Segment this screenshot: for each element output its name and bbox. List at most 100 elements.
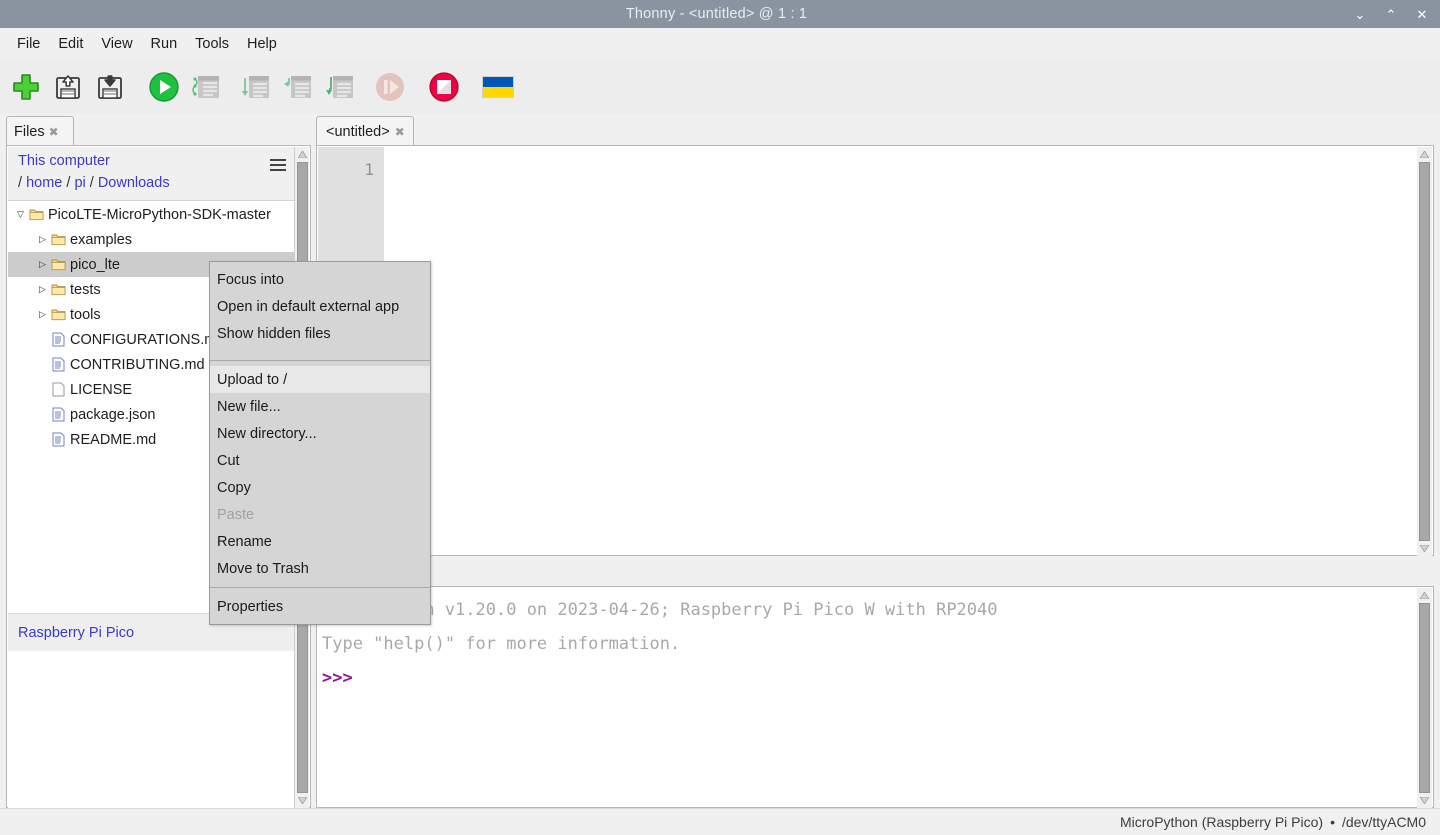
path-segment-home[interactable]: home	[26, 175, 62, 191]
context-menu-item-new-directory[interactable]: New directory...	[210, 420, 430, 447]
shell-line-banner: MicroPython v1.20.0 on 2023-04-26; Raspb…	[322, 600, 998, 620]
context-menu-separator-2	[210, 587, 430, 588]
resume-button[interactable]	[372, 69, 408, 105]
context-menu-item-move-to-trash[interactable]: Move to Trash	[210, 555, 430, 582]
editor-panel: <untitled> ✖ 1	[316, 116, 1434, 556]
context-menu-item-new-file[interactable]: New file...	[210, 393, 430, 420]
stop-button[interactable]	[426, 69, 462, 105]
path-separator-1: /	[66, 175, 71, 191]
new-file-button[interactable]	[8, 69, 44, 105]
save-file-button[interactable]	[92, 69, 128, 105]
tab-untitled[interactable]: <untitled> ✖	[316, 116, 414, 146]
title-bar: Thonny - <untitled> @ 1 : 1 ⌄ ⌃ ✕	[0, 0, 1440, 28]
minimize-icon[interactable]: ⌄	[1353, 8, 1367, 21]
close-icon[interactable]: ✕	[1415, 8, 1429, 21]
stop-icon	[429, 72, 459, 102]
chevron-down-icon[interactable]: ▽	[14, 209, 27, 220]
run-button[interactable]	[146, 69, 182, 105]
shell-panel: MicroPython v1.20.0 on 2023-04-26; Raspb…	[316, 562, 1434, 808]
close-icon[interactable]: ✖	[49, 125, 59, 139]
step-into-icon	[284, 76, 311, 98]
chevron-right-icon[interactable]: ▷	[36, 234, 49, 245]
editor-scroll-thumb[interactable]	[1419, 162, 1430, 541]
context-menu-item-show-hidden[interactable]: Show hidden files	[210, 320, 430, 347]
chevron-right-icon[interactable]: ▷	[36, 309, 49, 320]
step-into-button[interactable]	[280, 69, 316, 105]
window-title: Thonny - <untitled> @ 1 : 1	[625, 6, 808, 22]
shell-body[interactable]: MicroPython v1.20.0 on 2023-04-26; Raspb…	[316, 586, 1434, 808]
context-menu-separator-1	[210, 360, 430, 361]
open-floppy-icon	[56, 75, 80, 99]
shell-prompt[interactable]: >>>	[322, 661, 1415, 695]
tree-row-examples[interactable]: ▷ examples	[8, 227, 296, 252]
debug-button[interactable]	[188, 69, 224, 105]
tree-label: PicoLTE-MicroPython-SDK-master	[48, 206, 271, 223]
shell-scrollbar[interactable]	[1417, 588, 1432, 808]
tab-files-label: Files	[14, 123, 45, 140]
path-separator-0: /	[18, 175, 23, 191]
location-label[interactable]: This computer	[18, 153, 110, 169]
status-interpreter[interactable]: MicroPython (Raspberry Pi Pico)	[1120, 814, 1323, 830]
step-over-button[interactable]	[238, 69, 274, 105]
path-segment-downloads[interactable]: Downloads	[98, 175, 170, 191]
menu-file[interactable]: File	[8, 33, 49, 55]
menu-view[interactable]: View	[92, 33, 141, 55]
path-segment-pi[interactable]: pi	[74, 175, 85, 191]
tree-label: pico_lte	[70, 256, 120, 273]
menu-edit[interactable]: Edit	[49, 33, 92, 55]
context-menu-item-copy[interactable]: Copy	[210, 474, 430, 501]
menu-run[interactable]: Run	[142, 33, 187, 55]
hamburger-icon[interactable]	[270, 159, 286, 174]
shell-scroll-thumb[interactable]	[1419, 603, 1430, 793]
step-out-button[interactable]	[322, 69, 358, 105]
scroll-down-arrow-icon[interactable]	[1417, 793, 1432, 808]
status-bar: MicroPython (Raspberry Pi Pico) • /dev/t…	[0, 808, 1440, 835]
menu-tools[interactable]: Tools	[186, 33, 238, 55]
tree-label: examples	[70, 231, 133, 248]
tree-label: tools	[70, 306, 101, 323]
maximize-icon[interactable]: ⌃	[1384, 8, 1398, 21]
scroll-down-arrow-icon[interactable]	[1417, 541, 1432, 556]
chevron-right-icon[interactable]: ▷	[36, 284, 49, 295]
tab-files[interactable]: Files ✖	[6, 116, 74, 146]
scroll-down-arrow-icon[interactable]	[295, 793, 310, 808]
save-floppy-icon	[98, 75, 122, 99]
folder-icon	[27, 208, 45, 221]
context-menu-item-rename[interactable]: Rename	[210, 528, 430, 555]
breadcrumb: This computer / home / pi / Downloads	[8, 147, 296, 201]
line-number-1: 1	[364, 160, 374, 179]
context-menu-item-open-external[interactable]: Open in default external app	[210, 293, 430, 320]
open-file-button[interactable]	[50, 69, 86, 105]
device-label: Raspberry Pi Pico	[18, 624, 135, 641]
play-icon	[149, 72, 179, 102]
scroll-up-arrow-icon[interactable]	[1417, 147, 1432, 162]
status-port[interactable]: /dev/ttyACM0	[1342, 814, 1426, 830]
folder-icon	[49, 233, 67, 246]
editor-body[interactable]: 1	[316, 145, 1434, 556]
step-over-icon	[241, 76, 269, 98]
tree-label: CONTRIBUTING.md	[70, 356, 205, 373]
shell-output: MicroPython v1.20.0 on 2023-04-26; Raspb…	[322, 593, 1415, 695]
ukraine-flag-button[interactable]	[480, 69, 516, 105]
editor-scrollbar[interactable]	[1417, 147, 1432, 556]
thonny-window: Thonny - <untitled> @ 1 : 1 ⌄ ⌃ ✕ File E…	[0, 0, 1440, 835]
folder-icon	[49, 258, 67, 271]
scroll-up-arrow-icon[interactable]	[1417, 588, 1432, 603]
chevron-right-icon[interactable]: ▷	[36, 259, 49, 270]
device-file-list[interactable]	[8, 651, 296, 808]
close-icon[interactable]: ✖	[395, 125, 405, 139]
context-menu-item-properties[interactable]: Properties	[210, 593, 430, 620]
tree-label: LICENSE	[70, 381, 133, 398]
context-menu-item-focus-into[interactable]: Focus into	[210, 266, 430, 293]
tab-untitled-label: <untitled>	[326, 123, 390, 140]
file-text-icon	[49, 357, 67, 372]
toolbar	[0, 60, 1440, 114]
context-menu-item-upload-to-root[interactable]: Upload to /	[210, 366, 430, 393]
tree-row-picolte-sdk[interactable]: ▽ PicoLTE-MicroPython-SDK-master	[8, 202, 296, 227]
file-text-icon	[49, 407, 67, 422]
file-context-menu[interactable]: Focus into Open in default external app …	[209, 261, 431, 625]
resume-icon	[376, 73, 404, 101]
scroll-up-arrow-icon[interactable]	[295, 147, 310, 162]
menu-help[interactable]: Help	[238, 33, 286, 55]
context-menu-item-cut[interactable]: Cut	[210, 447, 430, 474]
